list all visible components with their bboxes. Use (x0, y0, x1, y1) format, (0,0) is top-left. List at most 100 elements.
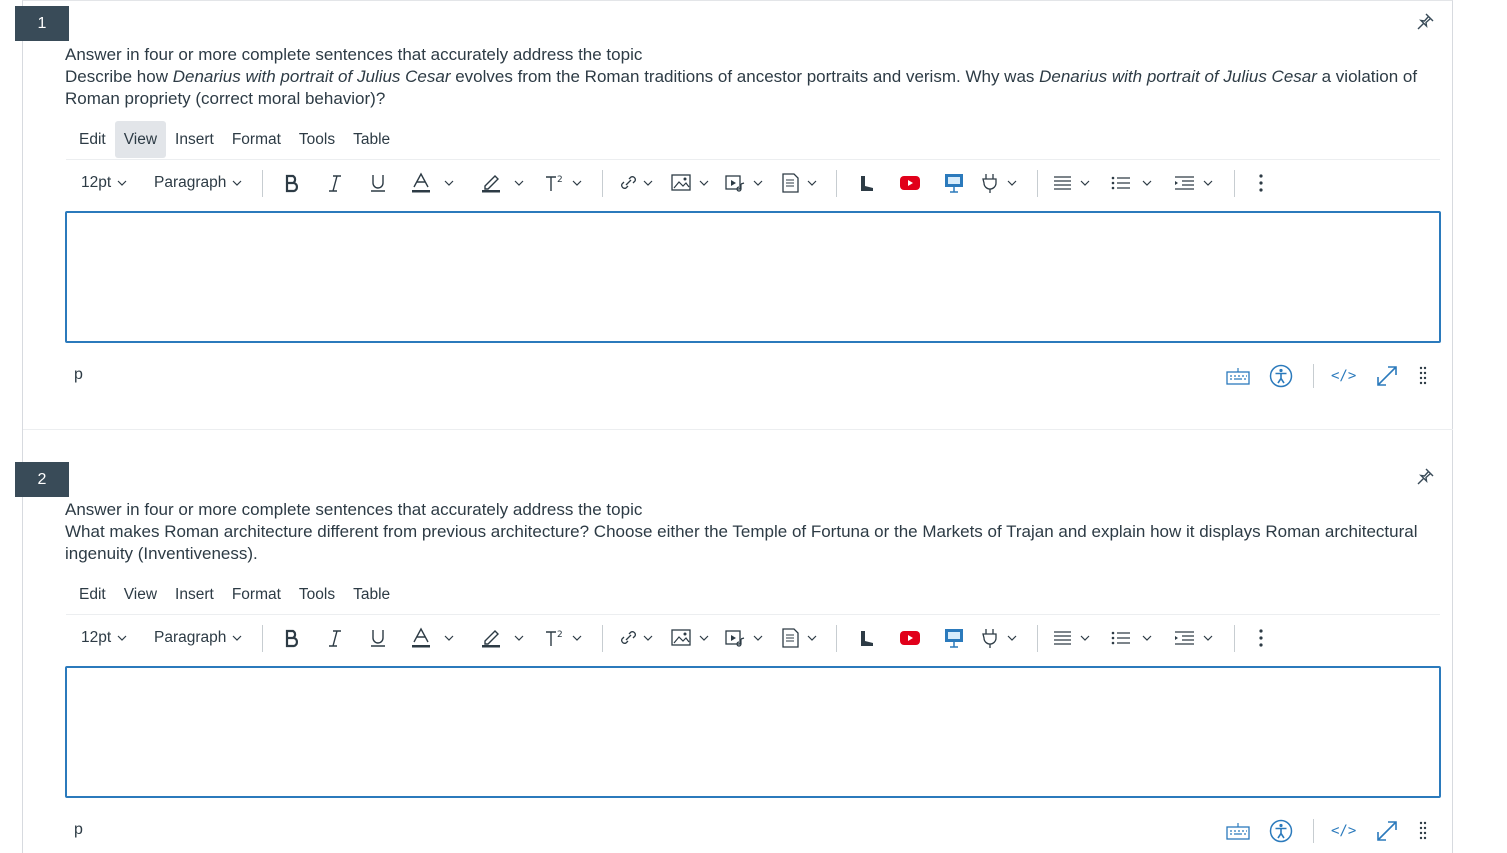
menubar-divider (66, 159, 1440, 160)
editor-menubar: Edit View Insert Format Tools Table (70, 121, 399, 158)
chevron-down-icon (117, 180, 127, 186)
svg-text:2: 2 (557, 630, 563, 640)
superscript-icon[interactable]: 2 (545, 618, 587, 658)
pin-icon[interactable] (1414, 466, 1436, 488)
indent-icon[interactable] (1174, 163, 1218, 203)
menu-table[interactable]: Table (344, 576, 399, 613)
image-icon[interactable] (671, 618, 713, 658)
answer-editor[interactable] (65, 666, 1441, 798)
question-1: 1 Answer in four or more complete senten… (0, 0, 1453, 430)
menu-table[interactable]: Table (344, 121, 399, 158)
bullet-list-icon[interactable] (1111, 618, 1155, 658)
link-icon[interactable] (618, 163, 658, 203)
more-icon[interactable] (1258, 163, 1264, 203)
fullscreen-icon[interactable] (1375, 363, 1399, 389)
bold-icon[interactable] (282, 618, 302, 658)
underline-icon[interactable] (368, 163, 388, 203)
question-body-text: What makes Roman architecture different … (65, 522, 1418, 563)
menu-insert[interactable]: Insert (166, 121, 223, 158)
svg-text:2: 2 (557, 175, 563, 185)
accessibility-icon[interactable] (1269, 818, 1293, 844)
editor-toolbar: 12pt Paragraph 2 (66, 163, 1440, 203)
plugin-icon[interactable] (980, 163, 1022, 203)
chevron-down-icon (232, 180, 242, 186)
menu-insert[interactable]: Insert (166, 576, 223, 613)
italic-icon[interactable] (326, 618, 344, 658)
superscript-icon[interactable]: 2 (545, 163, 587, 203)
question-number: 1 (15, 6, 69, 41)
editor-toolbar: 12pt Paragraph 2 (66, 618, 1440, 658)
block-format-select[interactable]: Paragraph (154, 618, 242, 658)
align-icon[interactable] (1053, 618, 1095, 658)
toolbar-separator (836, 170, 837, 197)
editor-statusbar: p </> (66, 361, 1440, 391)
question-body: What makes Roman architecture different … (65, 521, 1440, 565)
html-editor-icon[interactable]: </> (1331, 363, 1356, 389)
statusbar-separator (1313, 819, 1314, 843)
text-color-icon[interactable] (411, 618, 457, 658)
question-body-text: Describe how (65, 67, 173, 86)
element-path[interactable]: p (74, 821, 83, 839)
keyboard-icon[interactable] (1226, 363, 1250, 389)
question-prompt: Answer in four or more complete sentence… (65, 500, 643, 519)
statusbar-separator (1313, 364, 1314, 388)
font-size-value: 12pt (81, 629, 112, 646)
link-icon[interactable] (618, 618, 658, 658)
underline-icon[interactable] (368, 618, 388, 658)
document-icon[interactable] (781, 163, 823, 203)
menu-edit[interactable]: Edit (70, 121, 115, 158)
toolbar-separator (836, 625, 837, 652)
question-number: 2 (15, 462, 69, 497)
resize-handle-icon[interactable] (1418, 818, 1428, 844)
question-text: Answer in four or more complete sentence… (65, 44, 1440, 110)
pin-icon[interactable] (1414, 11, 1436, 33)
chevron-down-icon (232, 635, 242, 641)
question-body: Describe how Denarius with portrait of J… (65, 66, 1440, 110)
apps-icon[interactable] (944, 618, 964, 658)
document-icon[interactable] (781, 618, 823, 658)
block-format-select[interactable]: Paragraph (154, 163, 242, 203)
menu-view[interactable]: View (114, 121, 167, 158)
plugin-icon[interactable] (980, 618, 1022, 658)
accessibility-icon[interactable] (1269, 363, 1293, 389)
font-size-select[interactable]: 12pt (81, 163, 127, 203)
toolbar-separator (262, 170, 263, 197)
bullet-list-icon[interactable] (1111, 163, 1155, 203)
menu-view[interactable]: View (115, 576, 166, 613)
studio-icon[interactable] (859, 618, 875, 658)
keyboard-icon[interactable] (1226, 818, 1250, 844)
answer-editor[interactable] (65, 211, 1441, 343)
toolbar-separator (1037, 625, 1038, 652)
font-size-value: 12pt (81, 174, 112, 191)
font-size-select[interactable]: 12pt (81, 618, 127, 658)
bold-icon[interactable] (282, 163, 302, 203)
editor-statusbar: p </> (66, 816, 1440, 846)
text-color-icon[interactable] (411, 163, 457, 203)
align-icon[interactable] (1053, 163, 1095, 203)
menu-format[interactable]: Format (223, 121, 290, 158)
toolbar-separator (1037, 170, 1038, 197)
resize-handle-icon[interactable] (1418, 363, 1428, 389)
youtube-icon[interactable] (900, 618, 920, 658)
menu-edit[interactable]: Edit (70, 576, 115, 613)
apps-icon[interactable] (944, 163, 964, 203)
media-icon[interactable] (725, 163, 767, 203)
menu-format[interactable]: Format (223, 576, 290, 613)
indent-icon[interactable] (1174, 618, 1218, 658)
more-icon[interactable] (1258, 618, 1264, 658)
question-2: 2 Answer in four or more complete senten… (0, 455, 1453, 853)
element-path[interactable]: p (74, 366, 83, 384)
youtube-icon[interactable] (900, 163, 920, 203)
html-editor-icon[interactable]: </> (1331, 818, 1356, 844)
highlight-icon[interactable] (481, 618, 527, 658)
question-body-text: evolves from the Roman traditions of anc… (450, 67, 1040, 86)
highlight-icon[interactable] (481, 163, 527, 203)
toolbar-separator (1234, 170, 1235, 197)
menu-tools[interactable]: Tools (290, 576, 344, 613)
studio-icon[interactable] (859, 163, 875, 203)
fullscreen-icon[interactable] (1375, 818, 1399, 844)
media-icon[interactable] (725, 618, 767, 658)
menu-tools[interactable]: Tools (290, 121, 344, 158)
image-icon[interactable] (671, 163, 713, 203)
italic-icon[interactable] (326, 163, 344, 203)
